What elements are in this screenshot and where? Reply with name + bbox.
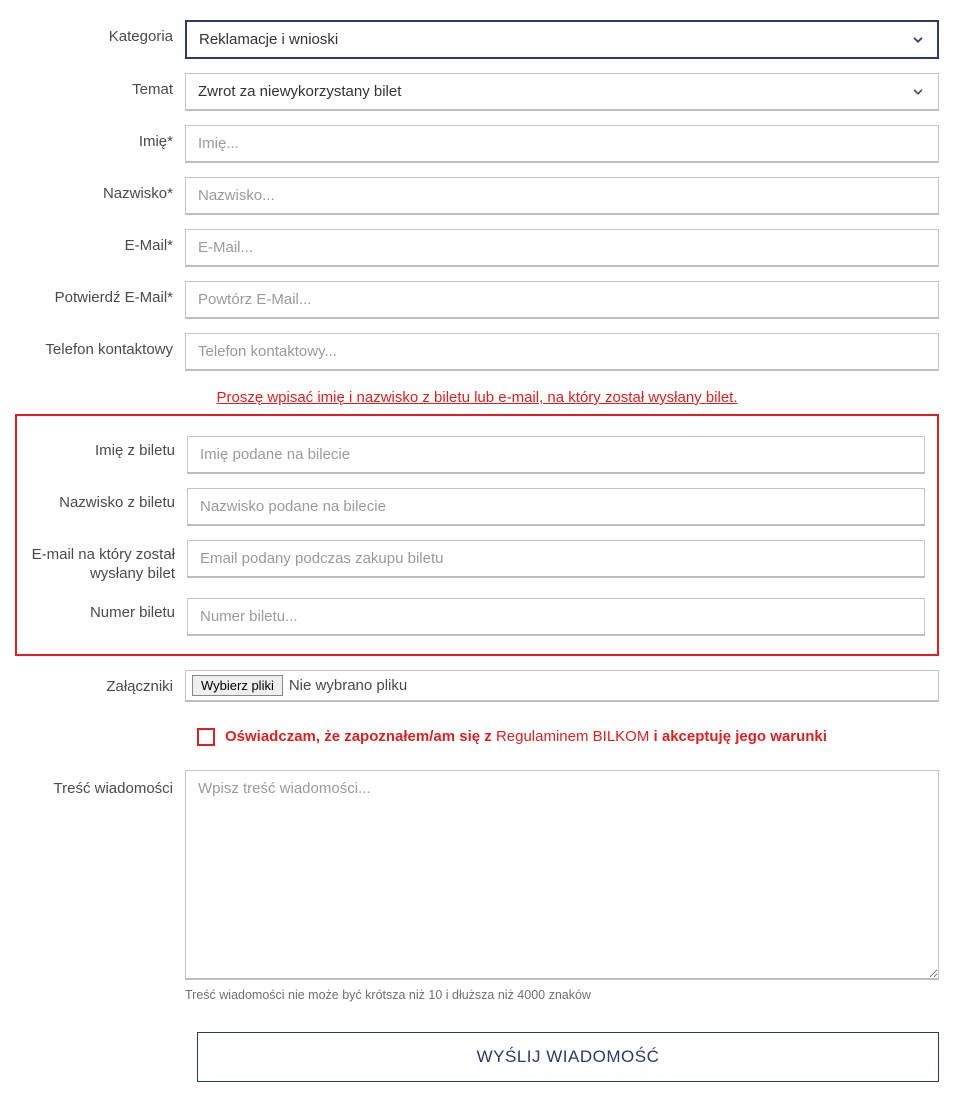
- ticket-first-name-input[interactable]: [187, 436, 925, 474]
- message-length-note: Treść wiadomości nie może być krótsza ni…: [185, 988, 939, 1002]
- first-name-input[interactable]: [185, 125, 939, 163]
- first-name-label: Imię*: [15, 125, 185, 152]
- phone-input[interactable]: [185, 333, 939, 371]
- topic-select[interactable]: Zwrot za niewykorzystany bilet: [185, 73, 939, 111]
- category-select[interactable]: Reklamacje i wnioski: [185, 20, 939, 59]
- consent-prefix: Oświadczam, że zapoznałem/am się z: [225, 728, 496, 745]
- consent-text: Oświadczam, że zapoznałem/am się z Regul…: [225, 728, 827, 745]
- message-label: Treść wiadomości: [15, 770, 185, 799]
- consent-row: Oświadczam, że zapoznałem/am się z Regul…: [197, 728, 939, 746]
- ticket-email-label: E-mail na który został wysłany bilet: [29, 540, 187, 584]
- ticket-last-name-label: Nazwisko z biletu: [29, 488, 187, 513]
- ticket-info-text: Proszę wpisać imię i nazwisko z biletu l…: [15, 389, 939, 406]
- email-confirm-input[interactable]: [185, 281, 939, 319]
- choose-files-button[interactable]: Wybierz pliki: [192, 675, 283, 696]
- attachments-label: Załączniki: [15, 670, 185, 697]
- consent-checkbox[interactable]: [197, 728, 215, 746]
- contact-form: Kategoria Reklamacje i wnioski Temat Zwr…: [15, 20, 939, 1082]
- email-input[interactable]: [185, 229, 939, 267]
- ticket-number-label: Numer biletu: [29, 598, 187, 623]
- email-label: E-Mail*: [15, 229, 185, 256]
- file-input-wrap: Wybierz pliki Nie wybrano pliku: [185, 670, 939, 702]
- category-select-wrap: Reklamacje i wnioski: [185, 20, 939, 59]
- phone-label: Telefon kontaktowy: [15, 333, 185, 360]
- ticket-last-name-input[interactable]: [187, 488, 925, 526]
- consent-suffix: i akceptuję jego warunki: [649, 728, 827, 745]
- email-confirm-label: Potwierdź E-Mail*: [15, 281, 185, 308]
- last-name-input[interactable]: [185, 177, 939, 215]
- ticket-first-name-label: Imię z biletu: [29, 436, 187, 461]
- file-status-text: Nie wybrano pliku: [289, 677, 407, 694]
- terms-link[interactable]: Regulaminem BILKOM: [496, 728, 649, 745]
- message-textarea[interactable]: [185, 770, 939, 980]
- ticket-number-input[interactable]: [187, 598, 925, 636]
- topic-select-wrap: Zwrot za niewykorzystany bilet: [185, 73, 939, 111]
- ticket-details-box: Imię z biletu Nazwisko z biletu E-mail n…: [15, 414, 939, 656]
- topic-label: Temat: [15, 73, 185, 100]
- ticket-email-input[interactable]: [187, 540, 925, 578]
- send-message-button[interactable]: WYŚLIJ WIADOMOŚĆ: [197, 1032, 939, 1082]
- category-label: Kategoria: [15, 20, 185, 47]
- last-name-label: Nazwisko*: [15, 177, 185, 204]
